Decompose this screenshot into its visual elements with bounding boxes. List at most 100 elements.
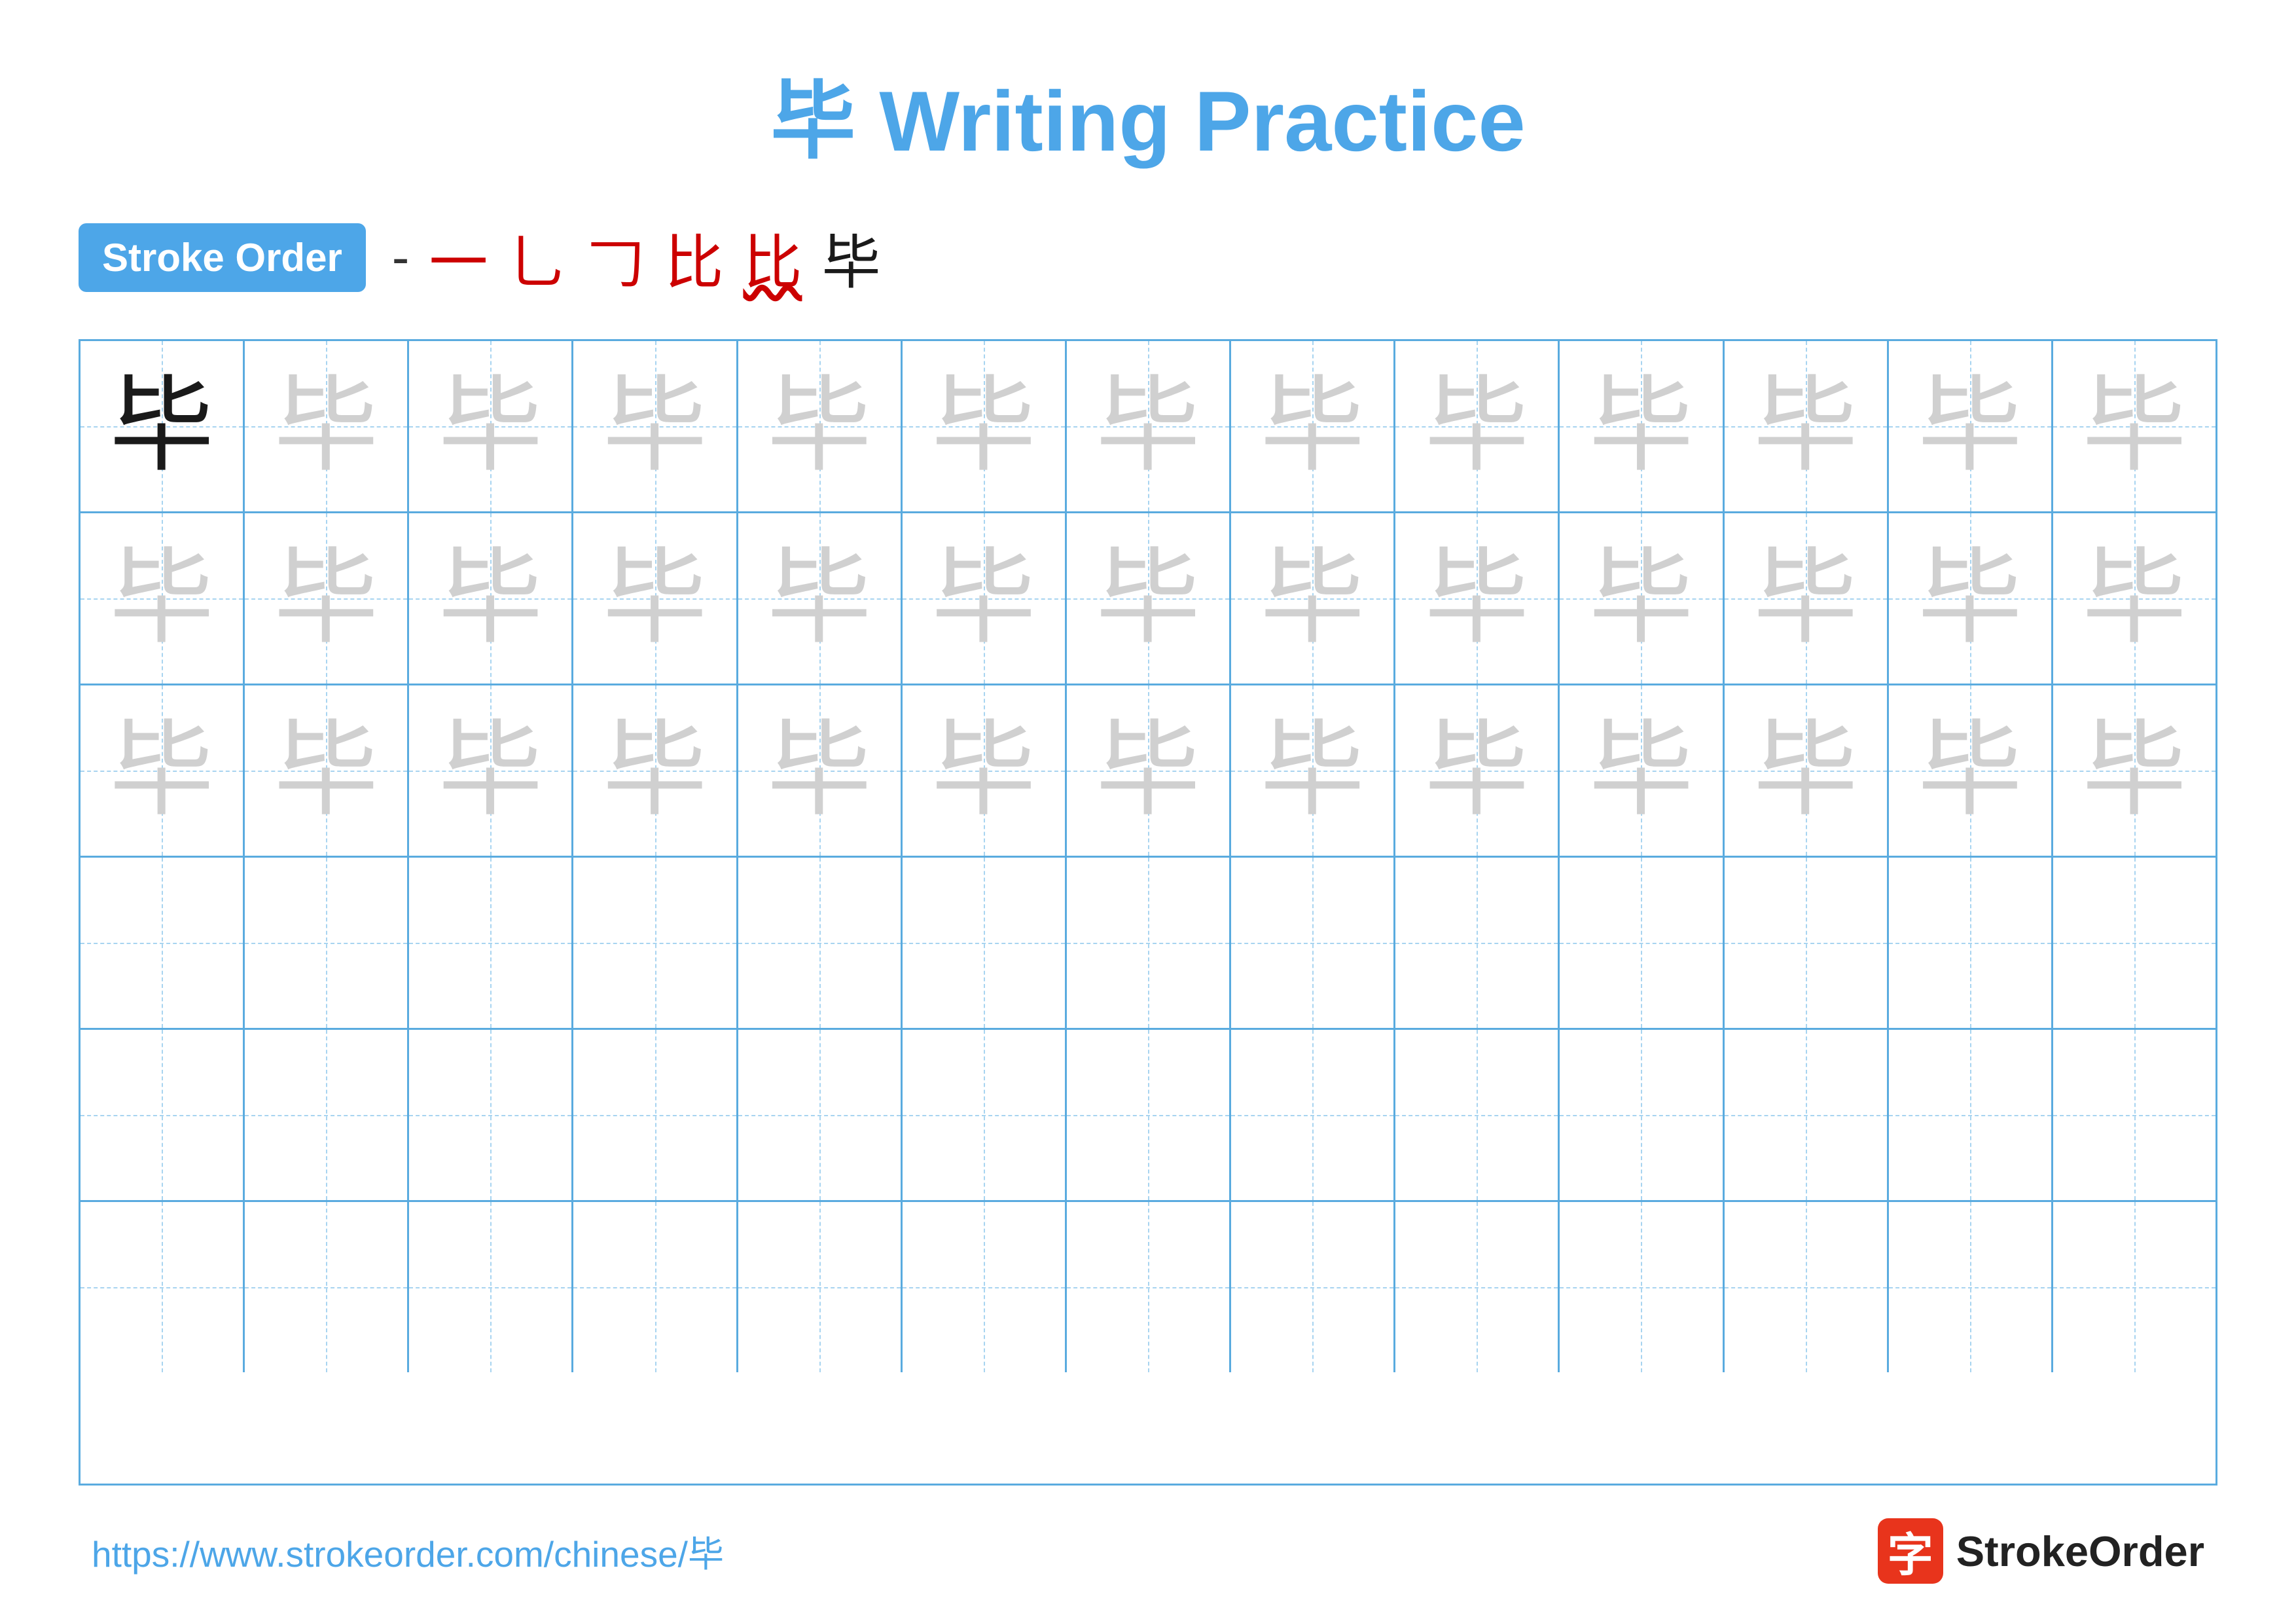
stroke-5: 比 [743,215,802,300]
grid-cell-2-5: 毕 [903,685,1067,856]
cell-char-2-1: 毕 [274,718,378,823]
cell-char-0-10: 毕 [1753,374,1858,479]
grid-cell-0-3: 毕 [573,341,738,511]
title-text: Writing Practice [855,73,1525,169]
grid-cell-2-3: 毕 [573,685,738,856]
grid-cell-4-2 [409,1030,573,1200]
stroke-order-row: Stroke Order - 一 ⺃ 𠃌 比 比 毕 [79,215,2217,300]
grid-cell-3-1 [245,858,409,1028]
grid-cell-0-1: 毕 [245,341,409,511]
grid-cell-4-8 [1395,1030,1560,1200]
grid-cell-2-8: 毕 [1395,685,1560,856]
cell-char-2-4: 毕 [767,718,872,823]
grid-cell-4-4 [738,1030,903,1200]
grid-cell-1-2: 毕 [409,513,573,684]
stroke-1: 一 [429,215,488,300]
grid-cell-2-1: 毕 [245,685,409,856]
cell-char-2-0: 毕 [109,718,214,823]
cell-char-0-11: 毕 [1918,374,2022,479]
cell-char-1-5: 毕 [931,546,1036,651]
cell-char-2-3: 毕 [603,718,708,823]
logo-text: StrokeOrder [1956,1527,2204,1576]
cell-char-1-8: 毕 [1424,546,1529,651]
grid-cell-1-6: 毕 [1067,513,1231,684]
grid-cell-5-1 [245,1202,409,1372]
grid-cell-5-8 [1395,1202,1560,1372]
cell-char-1-12: 毕 [2082,546,2187,651]
grid-cell-4-0 [81,1030,245,1200]
grid-cell-3-11 [1889,858,2053,1028]
grid-row-5 [81,1202,2215,1372]
grid-cell-1-12: 毕 [2053,513,2215,684]
grid-cell-4-11 [1889,1030,2053,1200]
grid-cell-0-9: 毕 [1560,341,1724,511]
grid-cell-1-10: 毕 [1725,513,1889,684]
page-title: 毕 Writing Practice [770,52,1525,175]
grid-cell-1-8: 毕 [1395,513,1560,684]
grid-cell-5-11 [1889,1202,2053,1372]
cell-char-0-6: 毕 [1096,374,1200,479]
grid-cell-1-0: 毕 [81,513,245,684]
grid-cell-1-5: 毕 [903,513,1067,684]
cell-char-0-5: 毕 [931,374,1036,479]
grid-cell-0-2: 毕 [409,341,573,511]
grid-cell-2-9: 毕 [1560,685,1724,856]
cell-char-1-7: 毕 [1260,546,1365,651]
grid-cell-4-12 [2053,1030,2215,1200]
grid-cell-1-11: 毕 [1889,513,2053,684]
footer-logo: 字 StrokeOrder [1878,1518,2204,1584]
cell-char-0-0: 毕 [109,374,214,479]
grid-cell-0-7: 毕 [1231,341,1395,511]
grid-cell-2-12: 毕 [2053,685,2215,856]
cell-char-2-6: 毕 [1096,718,1200,823]
grid-cell-4-1 [245,1030,409,1200]
logo-icon: 字 [1878,1518,1943,1584]
cell-char-2-2: 毕 [438,718,543,823]
cell-char-2-10: 毕 [1753,718,1858,823]
grid-cell-3-2 [409,858,573,1028]
cell-char-0-12: 毕 [2082,374,2187,479]
grid-cell-0-8: 毕 [1395,341,1560,511]
grid-cell-5-3 [573,1202,738,1372]
grid-cell-4-6 [1067,1030,1231,1200]
logo-char: 字 [1888,1518,1933,1584]
grid-cell-5-7 [1231,1202,1395,1372]
cell-char-1-11: 毕 [1918,546,2022,651]
grid-cell-5-4 [738,1202,903,1372]
grid-cell-4-10 [1725,1030,1889,1200]
cell-char-0-7: 毕 [1260,374,1365,479]
grid-cell-3-8 [1395,858,1560,1028]
page-container: 毕 Writing Practice Stroke Order - 一 ⺃ 𠃌 … [0,0,2296,1623]
grid-cell-1-7: 毕 [1231,513,1395,684]
cell-char-2-5: 毕 [931,718,1036,823]
grid-row-2: 毕毕毕毕毕毕毕毕毕毕毕毕毕 [81,685,2215,858]
grid-cell-3-5 [903,858,1067,1028]
grid-cell-5-10 [1725,1202,1889,1372]
grid-cell-0-10: 毕 [1725,341,1889,511]
cell-char-0-4: 毕 [767,374,872,479]
grid-cell-0-4: 毕 [738,341,903,511]
grid-cell-4-5 [903,1030,1067,1200]
grid-cell-4-3 [573,1030,738,1200]
grid-cell-2-0: 毕 [81,685,245,856]
grid-cell-5-0 [81,1202,245,1372]
stroke-sequence: - 一 ⺃ 𠃌 比 比 毕 [392,215,881,300]
grid-row-1: 毕毕毕毕毕毕毕毕毕毕毕毕毕 [81,513,2215,685]
grid-cell-5-6 [1067,1202,1231,1372]
grid-cell-3-7 [1231,858,1395,1028]
cell-char-1-3: 毕 [603,546,708,651]
grid-cell-3-4 [738,858,903,1028]
grid-row-4 [81,1030,2215,1202]
grid-cell-3-12 [2053,858,2215,1028]
grid-cell-5-9 [1560,1202,1724,1372]
cell-char-1-4: 毕 [767,546,872,651]
cell-char-1-1: 毕 [274,546,378,651]
grid-cell-5-2 [409,1202,573,1372]
grid-cell-4-9 [1560,1030,1724,1200]
grid-cell-0-11: 毕 [1889,341,2053,511]
cell-char-2-8: 毕 [1424,718,1529,823]
cell-char-1-2: 毕 [438,546,543,651]
grid-cell-3-6 [1067,858,1231,1028]
grid-cell-3-9 [1560,858,1724,1028]
title-char: 毕 [770,73,855,169]
